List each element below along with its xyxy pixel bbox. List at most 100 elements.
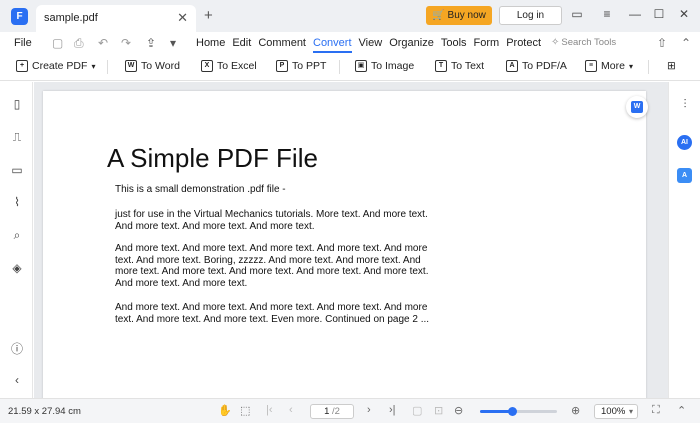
next-page-icon[interactable]: › <box>367 404 371 416</box>
fullscreen-icon[interactable]: ⛶ <box>652 404 660 417</box>
fit-page-icon[interactable]: ▢ <box>412 404 422 417</box>
layers-icon[interactable]: ◈ <box>10 261 24 275</box>
left-sidebar: ▯ ⎍ ▭ ⌇ ⌕ ◈ ⓘ ‹ <box>0 82 33 398</box>
fit-width-icon[interactable]: ⊡ <box>434 404 443 417</box>
share-icon[interactable]: ⇪ <box>146 36 156 50</box>
close-tab-icon[interactable]: ✕ <box>177 10 188 26</box>
prev-page-icon[interactable]: ‹ <box>289 404 293 416</box>
cloud-upload-icon[interactable]: ⇧ <box>657 36 667 50</box>
excel-icon: X <box>201 60 213 72</box>
translate-icon[interactable]: A <box>677 168 692 183</box>
toolbar-to-excel-button[interactable]: X To Excel <box>201 60 257 72</box>
toolbar-label: To PPT <box>292 60 327 72</box>
toolbar-to-ppt-button[interactable]: P To PPT <box>276 60 326 72</box>
new-tab-button[interactable]: + <box>204 7 213 24</box>
toolbar-label: To Text <box>451 60 485 72</box>
attachment-icon[interactable]: ⌇ <box>10 195 24 209</box>
menu-view[interactable]: View <box>359 37 383 53</box>
menu-tools[interactable]: Tools <box>441 37 467 53</box>
toolbar-separator <box>339 60 340 74</box>
toolbar-create-pdf-button[interactable]: + Create PDF ▾ <box>16 60 95 72</box>
toolbar-label: To Word <box>141 60 180 72</box>
menu-home[interactable]: Home <box>196 37 225 53</box>
menu-comment[interactable]: Comment <box>258 37 306 53</box>
chevron-down-icon: ▾ <box>628 407 633 416</box>
save-icon[interactable]: ▢ <box>52 36 63 50</box>
collapse-statusbar-icon[interactable]: ⌃ <box>677 404 686 417</box>
cart-icon: 🛒 <box>432 10 445 21</box>
menu-icon[interactable]: ≡ <box>599 7 615 21</box>
toolbar-label: More <box>601 60 625 72</box>
create-pdf-icon: + <box>16 60 28 72</box>
convert-toolbar: ⊞ + Create PDF ▾ W To Word X To Excel P To PPT ▣ T… <box>0 54 700 81</box>
text-icon: T <box>435 60 447 72</box>
menu-edit[interactable]: Edit <box>232 37 251 53</box>
pdf-title: A Simple PDF File <box>107 143 318 173</box>
dropdown-icon[interactable]: ▾ <box>170 36 176 50</box>
total-pages: /2 <box>332 406 340 417</box>
toolbar-label: To Excel <box>217 60 257 72</box>
document-tab-name: sample.pdf <box>44 12 98 24</box>
zoom-slider[interactable] <box>480 407 557 416</box>
properties-icon[interactable]: ⫶ <box>678 97 692 112</box>
word-icon: W <box>631 101 643 113</box>
grid-view-icon[interactable]: ⊞ <box>667 60 676 72</box>
pdf-page: A Simple PDF File This is a small demons… <box>43 91 646 401</box>
toolbar-to-pdf-a-button[interactable]: A To PDF/A <box>506 60 567 72</box>
buy-now-button[interactable]: 🛒 Buy now <box>426 6 492 25</box>
log-in-button[interactable]: Log in <box>499 6 562 25</box>
menu-organize[interactable]: Organize <box>389 37 434 53</box>
document-tab[interactable]: sample.pdf ✕ <box>36 5 196 32</box>
toolbar-more-button[interactable]: ≡ More ▾ <box>585 60 633 72</box>
chevron-down-icon: ▾ <box>628 61 633 71</box>
undo-icon[interactable]: ↶ <box>98 36 108 50</box>
comment-icon[interactable]: ▭ <box>10 163 24 177</box>
help-icon[interactable]: ⓘ <box>10 340 24 357</box>
zoom-out-icon[interactable]: ⊖ <box>454 404 463 417</box>
hand-tool-icon[interactable]: ✋ <box>218 404 232 417</box>
zoom-level: 100% <box>601 406 626 417</box>
toolbar-to-text-button[interactable]: T To Text <box>435 60 484 72</box>
select-tool-icon[interactable]: ⬚ <box>240 404 250 417</box>
current-page: 1 <box>324 406 330 417</box>
zoom-level-select[interactable]: 100% ▾ <box>594 404 638 419</box>
first-page-icon[interactable]: |‹ <box>266 404 273 416</box>
chevron-down-icon: ▾ <box>91 61 96 71</box>
bookmark-icon[interactable]: ⎍ <box>10 130 24 145</box>
title-bar: F sample.pdf ✕ + 🛒 Buy now Log in ▭ ≡ — ☐… <box>0 0 700 32</box>
convert-to-word-badge[interactable]: W <box>626 96 648 118</box>
toolbar-to-image-button[interactable]: ▣ To Image <box>355 60 414 72</box>
zoom-in-icon[interactable]: ⊕ <box>571 404 580 417</box>
last-page-icon[interactable]: ›| <box>389 404 396 416</box>
search-tools-label: Search Tools <box>561 37 617 48</box>
minimize-icon[interactable]: — <box>627 7 643 21</box>
menu-protect[interactable]: Protect <box>506 37 541 53</box>
toolbar-separator <box>107 60 108 74</box>
menu-bar: File ▢ ⎙ ↶ ↷ ⇪ ▾ Home Edit Comment Convert V… <box>0 32 700 54</box>
buy-now-label: Buy now <box>447 10 486 21</box>
pdf-paragraph: And more text. And more text. And more t… <box>115 302 430 325</box>
menu-items: Home Edit Comment Convert View Organize Tools F… <box>196 37 541 53</box>
search-icon[interactable]: ⌕ <box>10 228 24 243</box>
menu-convert[interactable]: Convert <box>313 37 352 53</box>
page-thumbnail-icon[interactable]: ▯ <box>10 97 24 111</box>
ai-assistant-icon[interactable]: AI <box>677 135 692 150</box>
page-number-input[interactable]: 1 /2 <box>310 404 354 419</box>
close-icon[interactable]: ✕ <box>676 7 692 21</box>
message-icon[interactable]: ▭ <box>569 7 585 21</box>
menu-file[interactable]: File <box>14 37 32 49</box>
ppt-icon: P <box>276 60 288 72</box>
print-icon[interactable]: ⎙ <box>74 36 84 51</box>
app-logo-icon: F <box>11 8 28 25</box>
zoom-slider-handle[interactable] <box>508 407 518 416</box>
menu-form[interactable]: Form <box>474 37 500 53</box>
toolbar-to-word-button[interactable]: W To Word <box>125 60 180 72</box>
pdfa-icon: A <box>506 60 518 72</box>
collapse-left-icon[interactable]: ‹ <box>10 373 24 387</box>
toolbar-separator <box>648 60 649 74</box>
pdf-paragraph: This is a small demonstration .pdf file … <box>115 184 286 195</box>
redo-icon[interactable]: ↷ <box>121 36 131 50</box>
collapse-icon[interactable]: ⌃ <box>681 36 691 50</box>
search-tools[interactable]: ✧ Search Tools <box>551 37 616 48</box>
maximize-icon[interactable]: ☐ <box>651 7 667 21</box>
